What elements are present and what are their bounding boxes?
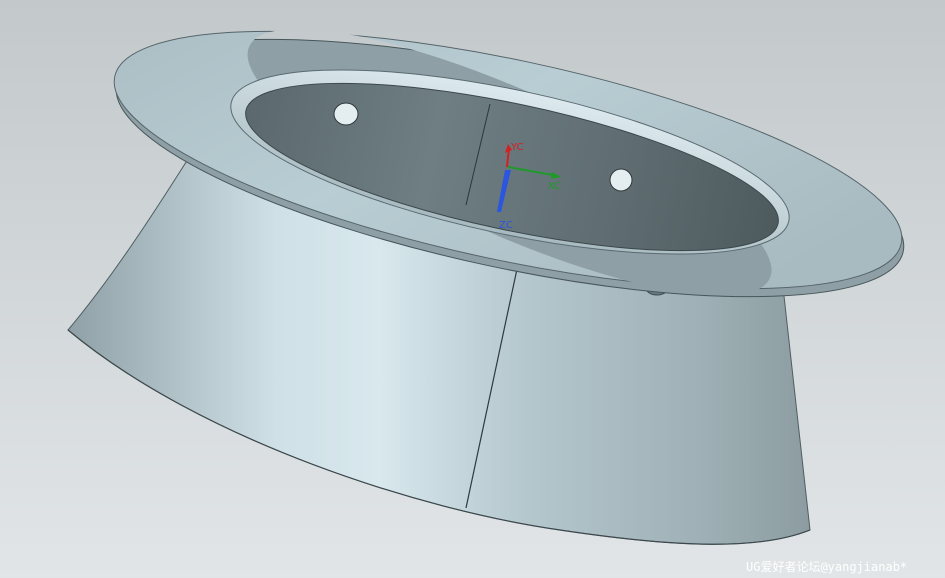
graphics-viewport[interactable]: YC XC ZC UG爱好者论坛@yangjianab* [0,0,945,578]
triad-y-label: XC [548,181,561,192]
inner-hole-right[interactable] [609,168,633,192]
triad-x-label: YC [510,142,524,153]
forum-watermark: UG爱好者论坛@yangjianab* [746,560,907,574]
triad-z-label: ZC [499,220,513,231]
model-canvas[interactable]: YC XC ZC UG爱好者论坛@yangjianab* [0,0,945,578]
inner-hole-left[interactable] [333,102,359,126]
